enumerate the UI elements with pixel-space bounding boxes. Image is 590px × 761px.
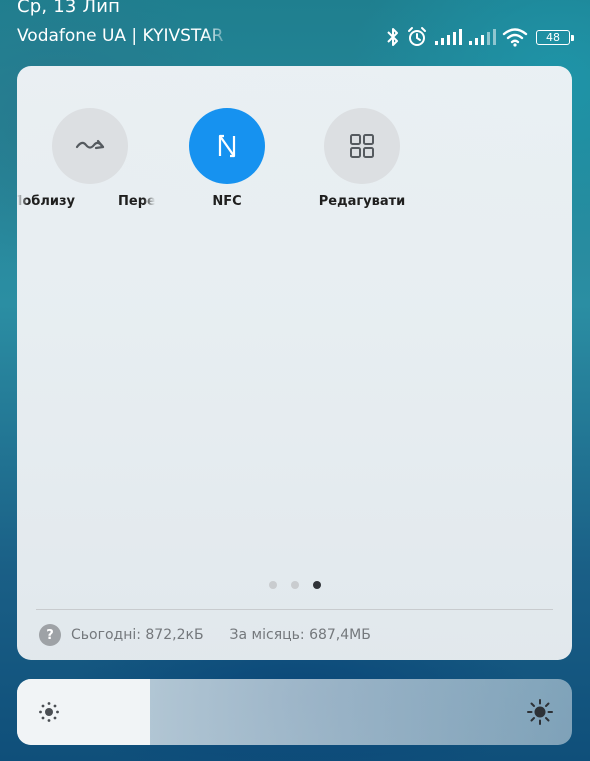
status-bar: Ср, 13 Лип Vodafone UA | KYIVSTAR 48 xyxy=(0,0,590,60)
bluetooth-icon xyxy=(387,28,398,46)
page-dot-3[interactable] xyxy=(312,581,321,589)
data-usage-month: За місяць: 687,4МБ xyxy=(229,627,371,643)
tile-transfer-label[interactable]: Переміщення xyxy=(118,194,155,209)
tile-nfc[interactable] xyxy=(189,108,265,184)
brightness-high-icon xyxy=(527,699,553,725)
help-icon[interactable]: ? xyxy=(39,624,61,646)
status-date: Ср, 13 Лип xyxy=(17,0,121,17)
tile-transfer[interactable] xyxy=(52,108,128,184)
divider xyxy=(36,609,553,610)
brightness-slider[interactable] xyxy=(17,679,572,745)
status-icons: 48 xyxy=(386,25,574,49)
tile-edit[interactable] xyxy=(324,108,400,184)
alarm-icon xyxy=(408,27,426,46)
tile-nearby-label[interactable]: Поблизу xyxy=(17,194,75,209)
signal-sim1-icon xyxy=(435,29,462,45)
brightness-low-icon xyxy=(39,702,59,722)
wifi-icon xyxy=(502,28,528,47)
signal-sim2-icon xyxy=(469,29,496,45)
page-dot-1[interactable] xyxy=(268,581,277,589)
quick-settings-tiles: Поблизу Переміщення NFC Ре xyxy=(17,66,572,266)
battery-icon: 48 xyxy=(536,29,574,45)
carrier-name: Vodafone UA | KYIVSTAR xyxy=(17,26,224,46)
battery-level: 48 xyxy=(546,30,560,44)
page-dot-2[interactable] xyxy=(290,581,299,589)
grid-edit-icon xyxy=(350,134,374,158)
page-indicator xyxy=(17,581,572,589)
data-usage-row[interactable]: ? Сьогодні: 872,2кБ За місяць: 687,4МБ xyxy=(39,624,371,646)
transfer-icon xyxy=(75,139,105,150)
tile-edit-label[interactable]: Редагувати xyxy=(302,194,422,209)
tile-nfc-label[interactable]: NFC xyxy=(189,194,265,209)
data-usage-today: Сьогодні: 872,2кБ xyxy=(71,627,204,643)
nfc-icon xyxy=(218,134,236,158)
quick-settings-panel: Поблизу Переміщення NFC Ре xyxy=(17,66,572,660)
